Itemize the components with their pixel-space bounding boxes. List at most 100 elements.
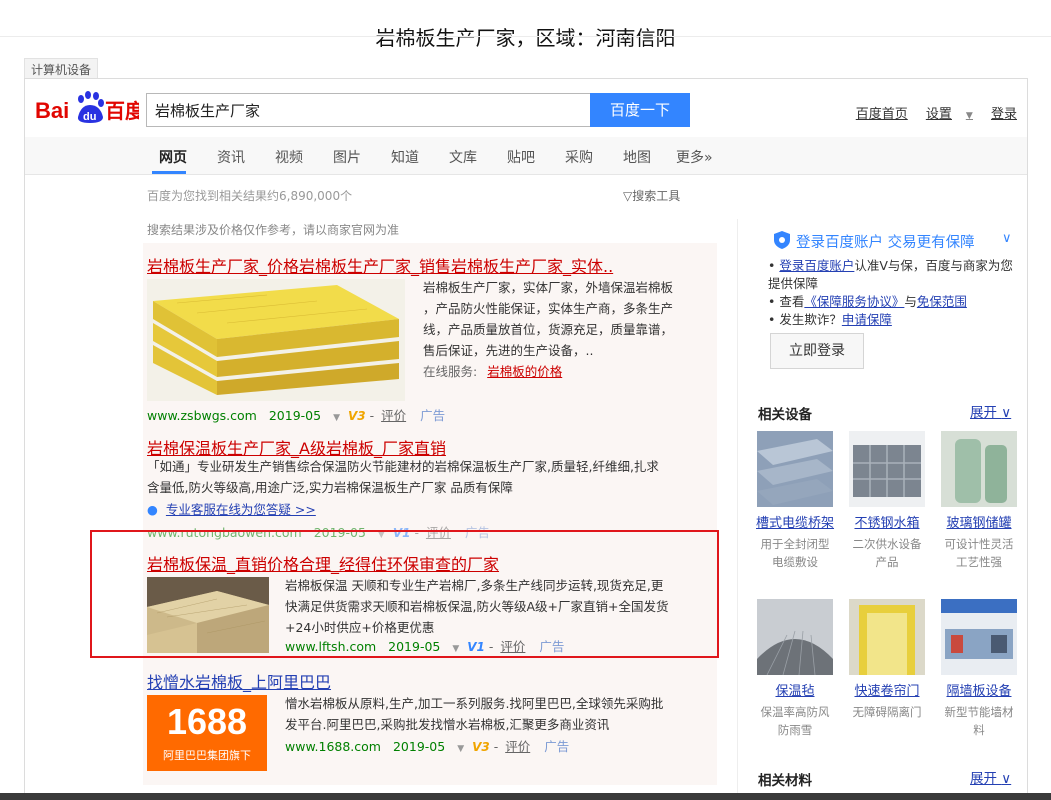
v1-badge-icon[interactable]: V1 bbox=[467, 640, 485, 654]
snippet-line: 含量低,防火等级高,用途广泛,实力岩棉保温板生产厂家 品质有保障 bbox=[147, 480, 513, 495]
related-equipment-title: 相关设备 bbox=[758, 407, 812, 423]
equipment-name[interactable]: 槽式电缆桥架 bbox=[756, 515, 834, 533]
snippet-line: 快满足供货需求天顺和岩棉板保温,防火等级A级+厂家直销+全国发货 bbox=[285, 599, 669, 614]
result-date: 2019-05 bbox=[313, 525, 366, 540]
tab-purchase[interactable]: 采购 bbox=[565, 147, 593, 167]
filter-icon: ▽ bbox=[623, 189, 633, 203]
dropdown-arrow-icon[interactable]: ▼ bbox=[452, 644, 459, 654]
window-tab[interactable]: 计算机设备 bbox=[24, 58, 99, 78]
chat-link[interactable]: ● 专业客服在线为您答疑 >> bbox=[147, 499, 316, 520]
snippet-line: 售后保证，先进的生产设备，.. bbox=[423, 343, 594, 358]
search-tools-label: 搜索工具 bbox=[632, 189, 681, 203]
login-account-link[interactable]: 登录百度账户 bbox=[779, 258, 854, 273]
svg-text:Bai: Bai bbox=[35, 98, 69, 123]
dropdown-arrow-icon[interactable]: ▼ bbox=[333, 413, 340, 423]
equipment-name[interactable]: 快速卷帘门 bbox=[848, 683, 926, 701]
tab-zhidao[interactable]: 知道 bbox=[391, 147, 419, 167]
rockwool-image[interactable] bbox=[147, 577, 269, 653]
eval-link[interactable]: 评价 bbox=[381, 408, 406, 423]
login-link[interactable]: 登录 bbox=[991, 107, 1017, 122]
equipment-item[interactable]: 不锈钢水箱 二次供水设备产品 bbox=[848, 431, 926, 571]
result-url-line: www.1688.com 2019-05 ▼ V3 - 评价 广告 bbox=[285, 739, 570, 754]
login-title[interactable]: 登录百度账户 交易更有保障 bbox=[796, 231, 975, 252]
taskbar bbox=[0, 793, 1051, 800]
result-url[interactable]: www.rutongbaowen.com bbox=[147, 525, 302, 540]
expand-link[interactable]: 展开 ∨ bbox=[970, 401, 1011, 421]
equipment-desc: 可设计性灵活工艺性强 bbox=[944, 537, 1014, 569]
v1-badge-icon[interactable]: V1 bbox=[393, 526, 411, 540]
result-url[interactable]: www.1688.com bbox=[285, 739, 381, 754]
equipment-name[interactable]: 玻璃钢储罐 bbox=[940, 515, 1018, 533]
equipment-item[interactable]: 隔墙板设备 新型节能墙材料 bbox=[940, 599, 1018, 739]
agreement-link[interactable]: 《保障服务协议》 bbox=[804, 294, 904, 309]
expand-link[interactable]: 展开 ∨ bbox=[970, 767, 1011, 787]
login-now-button[interactable]: 立即登录 bbox=[770, 333, 864, 369]
equipment-item[interactable]: 保温毡 保温率高防风防雨雪 bbox=[756, 599, 834, 739]
chevron-down-icon: ∨ bbox=[1001, 405, 1012, 421]
equipment-name[interactable]: 不锈钢水箱 bbox=[848, 515, 926, 533]
equipment-item[interactable]: 槽式电缆桥架 用于全封闭型电缆敷设 bbox=[756, 431, 834, 571]
login-info-line: • 登录百度账户认准V与保，百度与商家为您提供保障 bbox=[768, 257, 1020, 293]
result-date: 2019-05 bbox=[392, 739, 446, 754]
tab-video[interactable]: 视频 bbox=[275, 147, 303, 167]
claim-link[interactable]: 申请保障 bbox=[842, 312, 892, 327]
tab-more[interactable]: 更多» bbox=[676, 147, 713, 167]
login-info-line: • 发生欺诈？申请保障 bbox=[768, 311, 1020, 329]
home-link[interactable]: 百度首页 bbox=[856, 107, 908, 122]
svg-text:du: du bbox=[83, 111, 96, 123]
tab-tieba[interactable]: 贴吧 bbox=[507, 147, 535, 167]
insulation-felt-image bbox=[757, 599, 833, 676]
shield-icon bbox=[774, 231, 790, 249]
rolling-door-image bbox=[849, 599, 925, 675]
dropdown-arrow-icon[interactable]: ▼ bbox=[457, 744, 464, 754]
tab-wenku[interactable]: 文库 bbox=[449, 147, 477, 167]
price-note: 搜索结果涉及价格仅作参考，请以商家官网为准 bbox=[147, 223, 400, 237]
ad-label: 广告 bbox=[544, 739, 570, 754]
dropdown-arrow-icon[interactable]: ▼ bbox=[378, 530, 385, 540]
settings-label: 设置 bbox=[925, 107, 952, 122]
chevron-down-icon[interactable]: ∨ bbox=[1002, 231, 1012, 246]
snippet-line: 「如通」专业研发生产销售综合保温防火节能建材的岩棉保温板生产厂家,质量轻,纤维细… bbox=[147, 459, 659, 474]
tab-images[interactable]: 图片 bbox=[333, 147, 361, 167]
service-link[interactable]: 岩棉板的价格 bbox=[487, 364, 562, 379]
equipment-name[interactable]: 隔墙板设备 bbox=[940, 683, 1018, 701]
expand-label: 展开 bbox=[970, 405, 997, 421]
related-materials-title: 相关材料 bbox=[758, 773, 812, 789]
svg-text:百度: 百度 bbox=[105, 99, 139, 123]
eval-link[interactable]: 评价 bbox=[426, 525, 451, 540]
alibaba-1688-logo[interactable]: 1688 阿里巴巴集团旗下 bbox=[147, 695, 267, 771]
tab-web[interactable]: 网页 bbox=[159, 147, 187, 167]
bullet: • 查看 bbox=[768, 294, 805, 309]
bullet: • 发生欺诈？ bbox=[768, 312, 842, 327]
exemption-link[interactable]: 免保范围 bbox=[917, 294, 967, 309]
tab-map[interactable]: 地图 bbox=[623, 147, 651, 167]
equipment-desc: 无障碍隔离门 bbox=[852, 705, 922, 719]
eval-link[interactable]: 评价 bbox=[500, 639, 525, 654]
equipment-item[interactable]: 快速卷帘门 无障碍隔离门 bbox=[848, 599, 926, 721]
chat-icon: ● bbox=[147, 502, 158, 517]
snippet-line: +24小时供应+价格更优惠 bbox=[285, 620, 435, 635]
search-button[interactable]: 百度一下 bbox=[590, 93, 690, 127]
result-title[interactable]: 找憎水岩棉板_上阿里巴巴 bbox=[147, 669, 331, 693]
search-input[interactable] bbox=[146, 93, 590, 127]
tab-news[interactable]: 资讯 bbox=[217, 147, 245, 167]
v3-badge-icon[interactable]: V3 bbox=[348, 409, 366, 423]
result-url[interactable]: www.zsbwgs.com bbox=[147, 408, 257, 423]
equipment-name[interactable]: 保温毡 bbox=[756, 683, 834, 701]
line-text: 与 bbox=[904, 294, 917, 309]
ad-label: 广告 bbox=[420, 408, 446, 423]
settings-link[interactable]: 设置 ▼ bbox=[926, 107, 973, 122]
service-label: 在线服务: bbox=[423, 364, 478, 379]
result-title[interactable]: 岩棉板保温_直销价格合理_经得住环保审查的厂家 bbox=[147, 551, 499, 575]
rockwool-image[interactable] bbox=[147, 279, 405, 401]
v3-badge-icon[interactable]: V3 bbox=[472, 740, 490, 754]
result-title[interactable]: 岩棉板生产厂家_价格岩棉板生产厂家_销售岩棉板生产厂家_实体.. bbox=[147, 253, 613, 277]
nav-tabs: 网页 资讯 视频 图片 知道 文库 贴吧 采购 地图 更多» bbox=[25, 137, 1027, 175]
eval-link[interactable]: 评价 bbox=[505, 739, 530, 754]
result-url[interactable]: www.lftsh.com bbox=[285, 639, 376, 654]
search-tools[interactable]: ▽搜索工具 bbox=[623, 187, 680, 204]
result-date: 2019-05 bbox=[268, 408, 322, 423]
equipment-item[interactable]: 玻璃钢储罐 可设计性灵活工艺性强 bbox=[940, 431, 1018, 571]
result-url-line: www.lftsh.com 2019-05 ▼ V1 - 评价 广告 bbox=[285, 639, 565, 654]
baidu-logo[interactable]: Bai du 百度 bbox=[35, 89, 146, 125]
